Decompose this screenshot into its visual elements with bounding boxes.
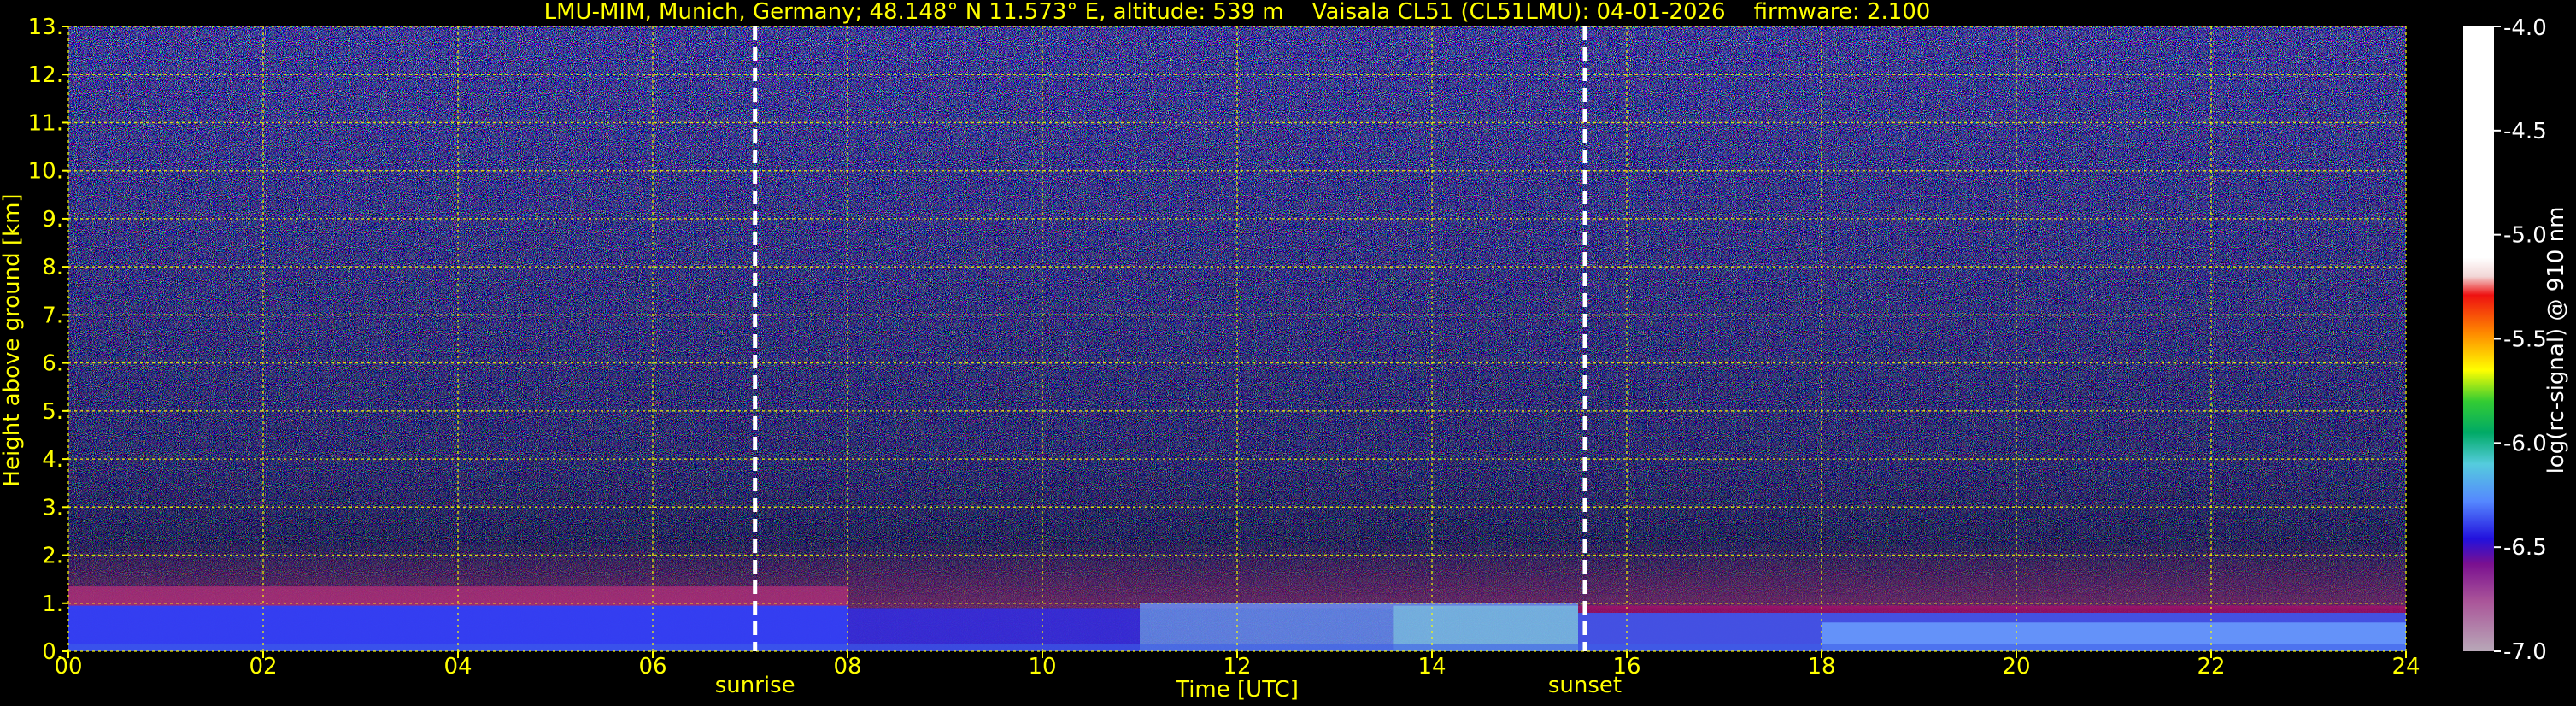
colorbar: -4.0 -4.5 -5.0 -5.5 -6.0 -6.5 -7.0 log(rc-sign… <box>2463 15 2569 665</box>
chart-title: LMU-MIM, Munich, Germany; 48.148° N 11.5… <box>544 0 1931 25</box>
colorbar-ticks: -4.0 -4.5 -5.0 -5.5 -6.0 -6.5 -7.0 <box>2494 15 2547 665</box>
x-axis-label: Time [UTC] <box>1175 677 1299 703</box>
colorbar-tick-label: -7.0 <box>2503 639 2547 665</box>
x-tick-label: 14 <box>1417 654 1446 680</box>
y-tick-label: 12. <box>28 62 63 88</box>
x-tick-label: 10 <box>1028 654 1056 680</box>
y-tick-label: 11. <box>28 110 63 136</box>
colorbar-tick-label: -6.5 <box>2503 535 2547 561</box>
x-tick-label: 02 <box>249 654 277 680</box>
x-tick-label: 22 <box>2197 654 2225 680</box>
colorbar-tick-label: -4.0 <box>2503 15 2547 41</box>
x-tick-label: 12 <box>1223 654 1251 680</box>
y-tick-label: 10. <box>28 159 63 185</box>
sunrise-label: sunrise <box>715 673 795 698</box>
y-tick-label: 6. <box>42 351 63 377</box>
x-tick-label: 06 <box>638 654 666 680</box>
y-tick-label: 3. <box>42 495 63 521</box>
x-tick-label: 08 <box>833 654 861 680</box>
y-axis-label: Height above ground [km] <box>0 193 25 486</box>
colorbar-tick-label: -5.0 <box>2503 223 2547 249</box>
y-tick-label: 5. <box>42 399 63 425</box>
y-tick-label: 9. <box>42 207 63 232</box>
sunset-label: sunset <box>1548 673 1622 698</box>
y-tick-label: 0. <box>42 639 63 665</box>
colorbar-label: log(rc-signal) @ 910 nm <box>2544 207 2569 474</box>
colorbar-tick-label: -6.0 <box>2503 431 2547 456</box>
x-axis-ticks: 00 02 04 06 08 10 12 14 16 18 20 22 24 <box>54 651 2421 680</box>
colorbar-gradient <box>2463 26 2494 651</box>
y-tick-label: 13. <box>28 15 63 40</box>
x-tick-label: 24 <box>2391 654 2420 680</box>
x-tick-label: 18 <box>1807 654 1835 680</box>
x-tick-label: 04 <box>443 654 472 680</box>
y-axis-ticks: 0. 1. 2. 3. 4. 5. 6. 7. 8. 9. 10. 11. 12. 13. <box>28 15 68 665</box>
x-tick-label: 20 <box>2002 654 2030 680</box>
y-tick-label: 2. <box>42 544 63 569</box>
ceilometer-chart: LMU-MIM, Munich, Germany; 48.148° N 11.5… <box>0 0 2569 703</box>
y-tick-label: 8. <box>42 255 63 280</box>
y-tick-label: 1. <box>42 591 63 617</box>
colorbar-tick-label: -5.5 <box>2503 327 2547 353</box>
colorbar-tick-label: -4.5 <box>2503 119 2547 144</box>
y-tick-label: 4. <box>42 447 63 473</box>
y-tick-label: 7. <box>42 303 63 328</box>
plot-area <box>67 26 2407 652</box>
